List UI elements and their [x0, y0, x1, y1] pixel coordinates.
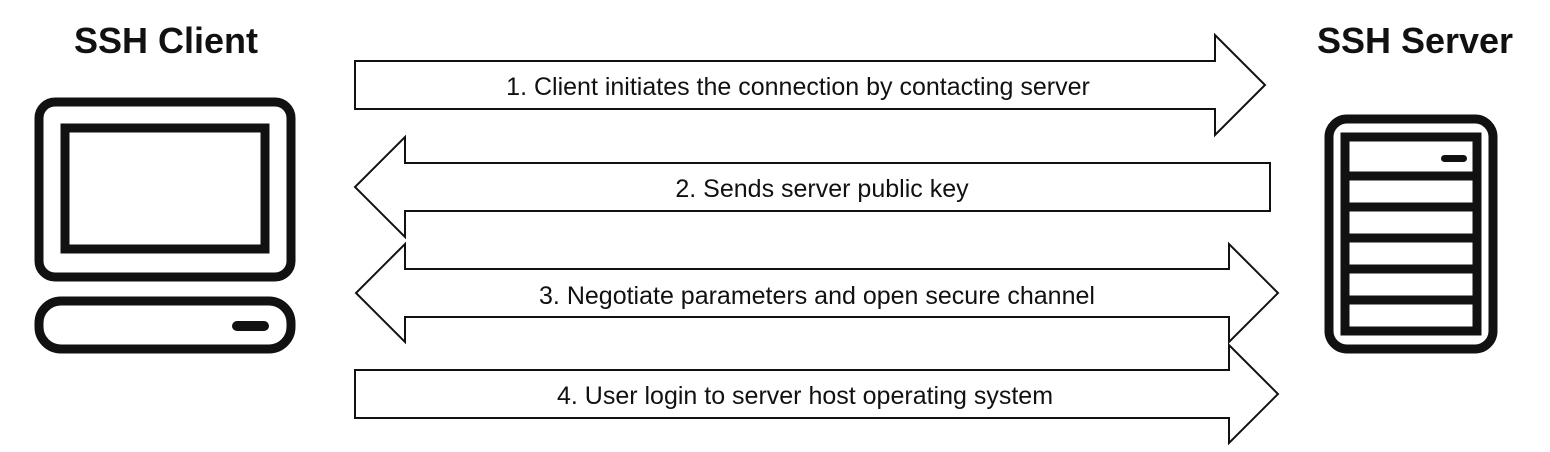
ssh-handshake-diagram: SSH Client SSH Server 1. Client initiate…: [34, 20, 1513, 446]
drive-slot: [232, 321, 269, 331]
computer-icon: [34, 97, 296, 354]
step-4-label: 4. User login to server host operating s…: [557, 382, 1053, 410]
client-title: SSH Client: [74, 20, 258, 61]
step-1-label: 1. Client initiates the connection by co…: [506, 73, 1090, 101]
step-2-arrow: 2. Sends server public key: [353, 134, 1271, 240]
step-4-arrow: 4. User login to server host operating s…: [354, 342, 1280, 446]
server-title: SSH Server: [1317, 20, 1513, 61]
step-2-label: 2. Sends server public key: [675, 175, 969, 203]
monitor-screen: [60, 123, 270, 254]
step-1-arrow: 1. Client initiates the connection by co…: [354, 32, 1267, 138]
step-3-label: 3. Negotiate parameters and open secure …: [539, 282, 1095, 310]
server-icon: [1324, 114, 1498, 354]
step-3-arrow: 3. Negotiate parameters and open secure …: [354, 241, 1280, 345]
server-indicator-light: [1441, 155, 1467, 162]
